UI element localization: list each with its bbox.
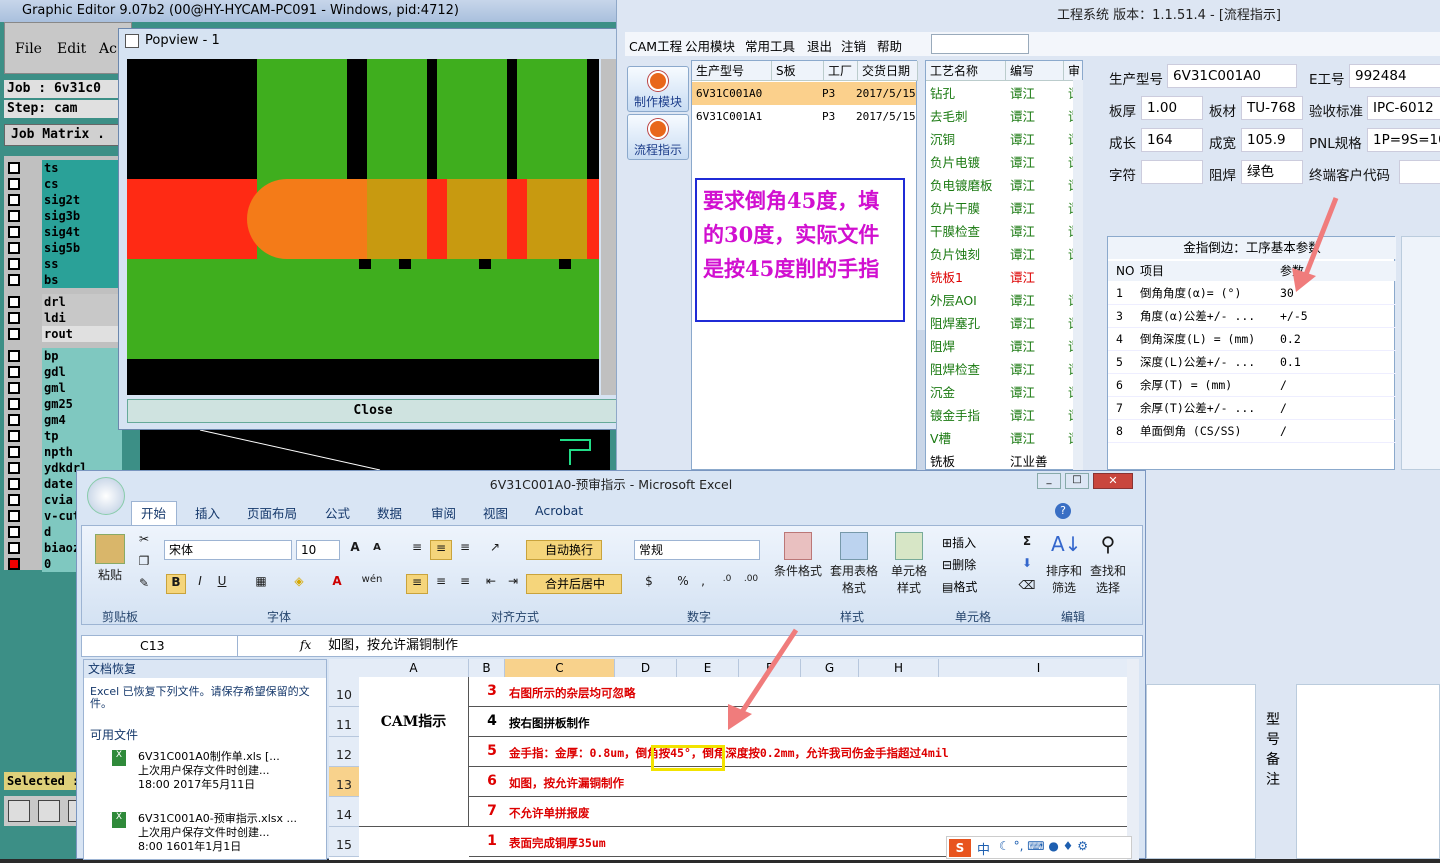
ime-tools-icons[interactable]: ☾ °, ⌨ ● ♦ ⚙ — [999, 839, 1088, 853]
ime-lang[interactable]: 中 — [977, 839, 990, 858]
ime-toolbar: S 中 ☾ °, ⌨ ● ♦ ⚙ — [946, 836, 1132, 859]
sogou-icon[interactable]: S — [949, 839, 971, 857]
annotation-arrows — [728, 197, 1339, 730]
